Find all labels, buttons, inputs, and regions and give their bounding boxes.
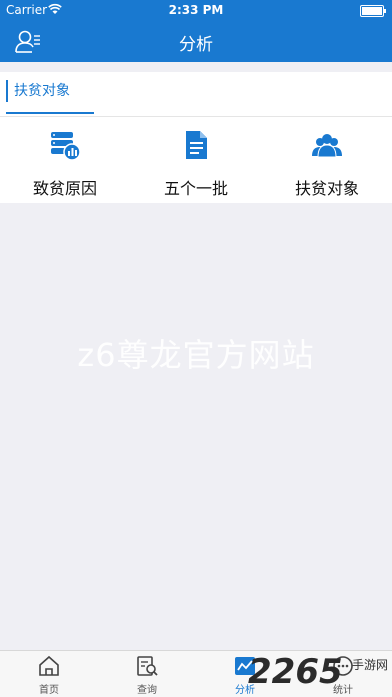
document-icon <box>186 131 207 159</box>
tab-query[interactable]: 查询 <box>98 651 196 697</box>
watermark-text: z6尊龙官方网站 <box>77 336 315 374</box>
grid-item-five-batches[interactable]: 五个一批 <box>131 117 261 203</box>
grid-item-poverty-targets[interactable]: 扶贫对象 <box>262 117 392 203</box>
grid-item-poverty-causes[interactable]: 致贫原因 <box>0 117 130 203</box>
database-chart-icon <box>51 132 81 161</box>
feature-grid: 致贫原因 五个一批 扶贫对象 <box>0 117 392 203</box>
grid-item-label: 致贫原因 <box>32 179 97 198</box>
brand-number: 2265 <box>248 652 343 692</box>
battery-icon <box>360 5 386 17</box>
tab-strip: 扶贫对象 <box>0 72 392 117</box>
group-icon <box>312 134 342 158</box>
home-icon <box>39 655 59 676</box>
status-time: 2:33 PM <box>168 3 224 17</box>
tab-label: 查询 <box>137 685 157 696</box>
tab-home[interactable]: 首页 <box>0 651 98 697</box>
brand-watermark-logo: 2265 手游网 <box>248 650 388 696</box>
query-icon <box>137 656 158 676</box>
brand-text: 手游网 <box>351 658 388 672</box>
grid-item-label: 扶贫对象 <box>294 179 359 198</box>
page-title: 分析 <box>179 35 213 55</box>
navigation-bar: 分析 <box>0 20 392 62</box>
tab-label: 首页 <box>39 685 59 696</box>
tab-poverty-targets[interactable]: 扶贫对象 <box>6 80 70 102</box>
status-bar: Carrier 2:33 PM <box>0 0 392 20</box>
grid-item-label: 五个一批 <box>163 179 228 198</box>
tab-underline <box>6 112 94 114</box>
